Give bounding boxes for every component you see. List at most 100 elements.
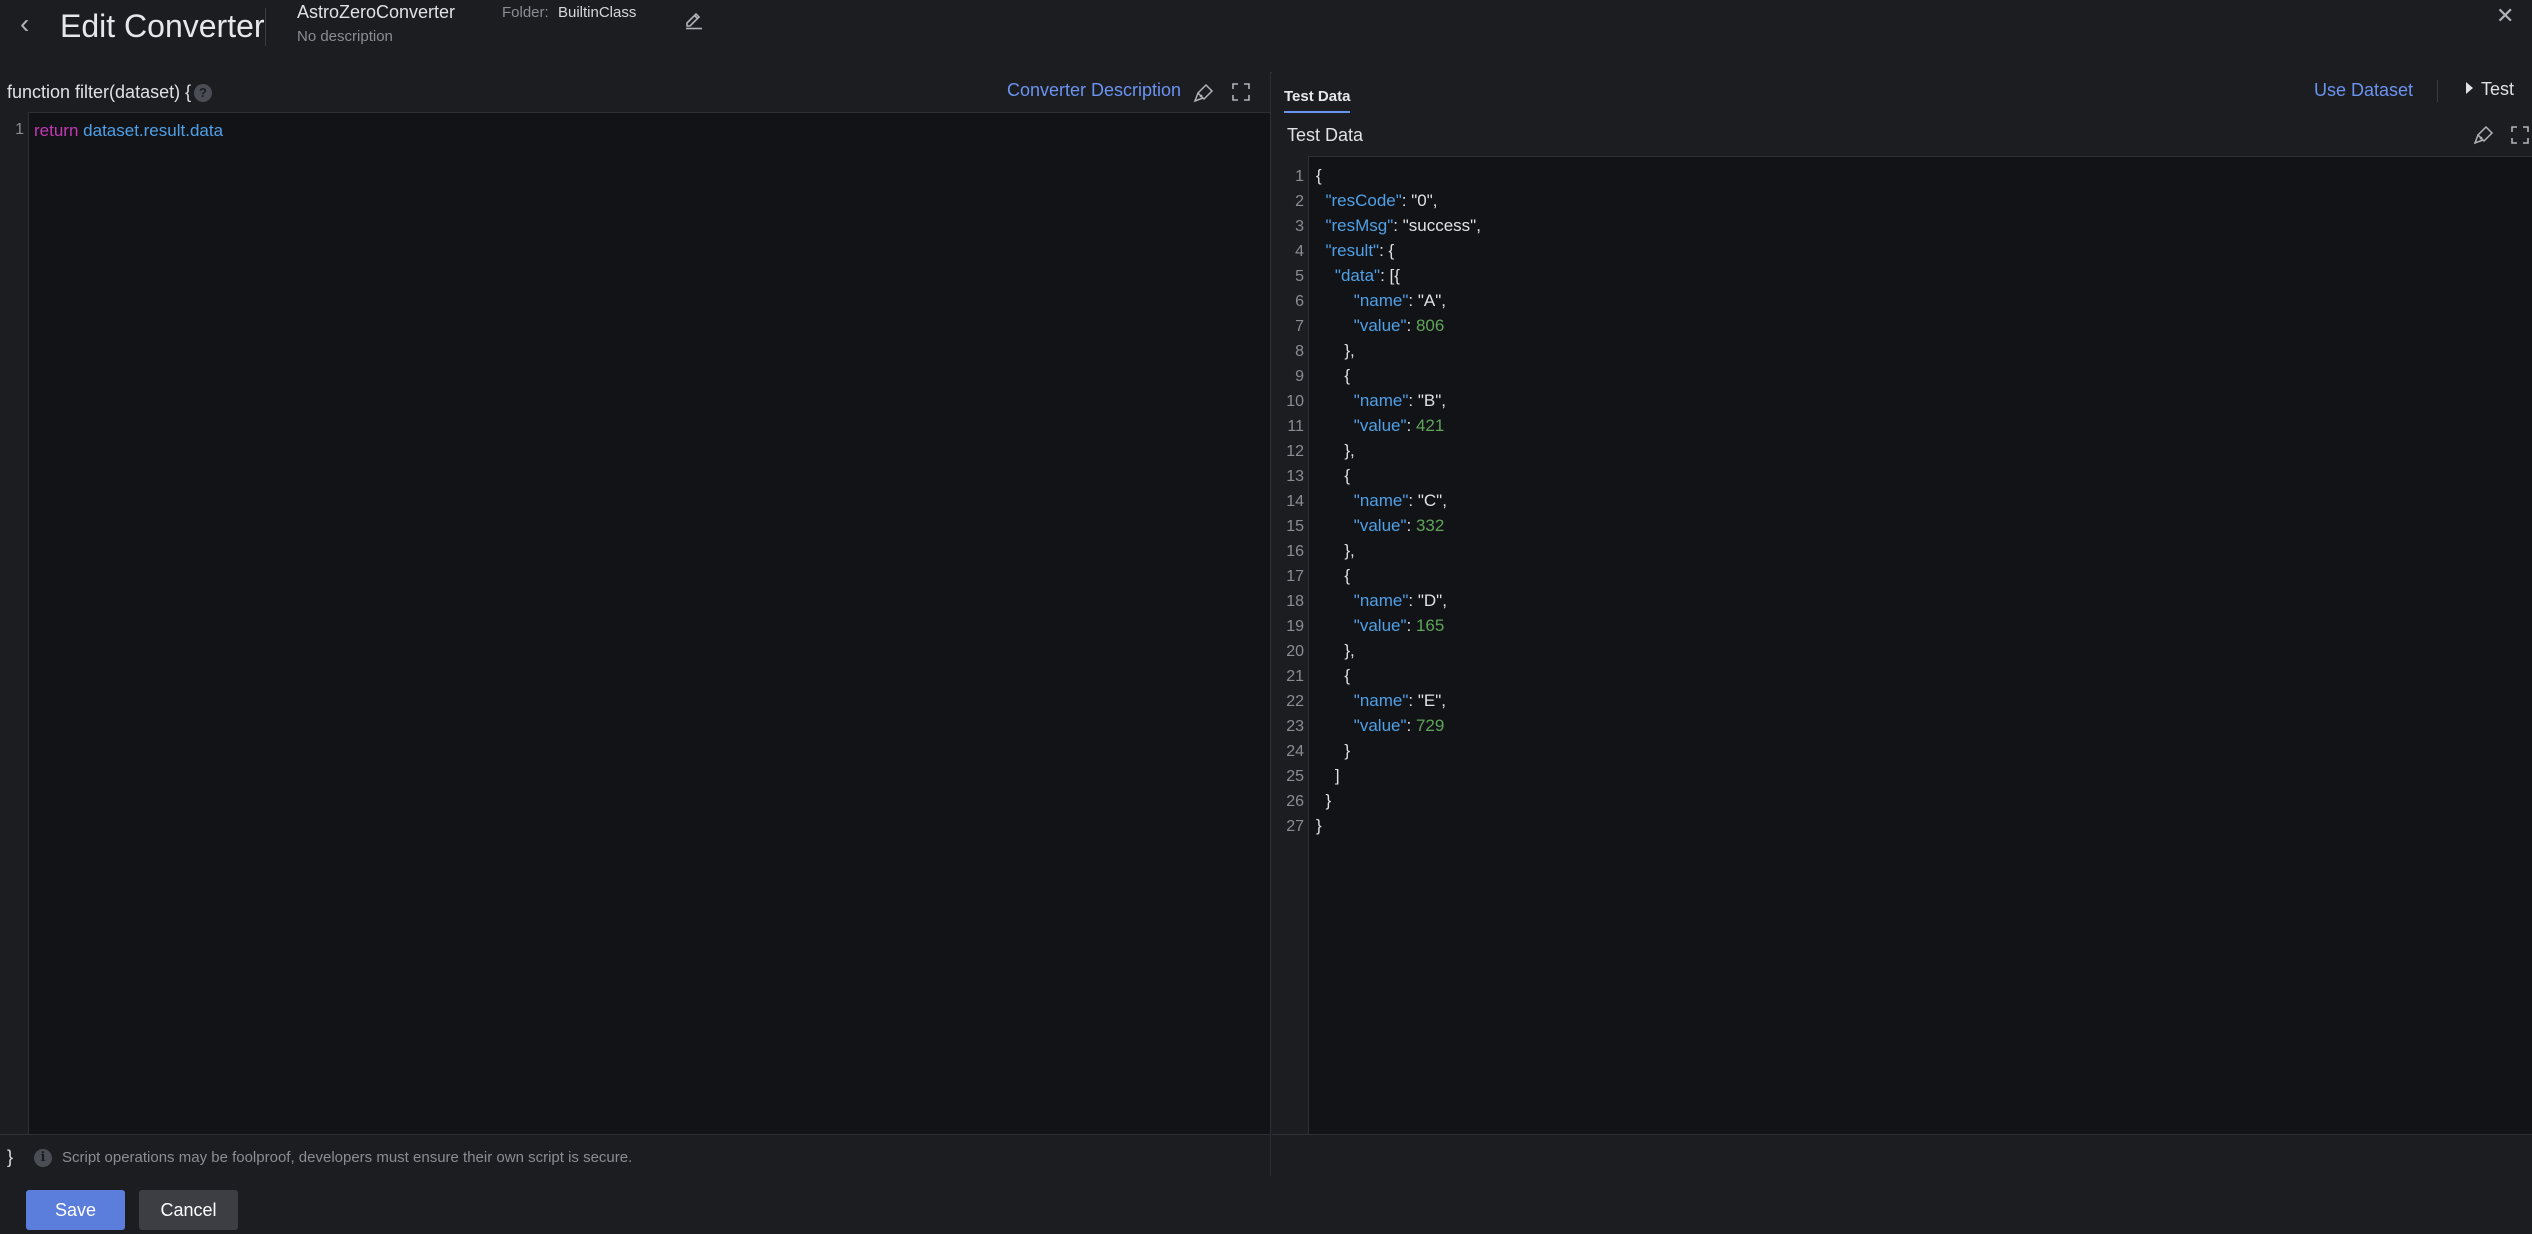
line-number: 10 [1286,393,1304,410]
json-line: 24 } [1272,738,1350,763]
json-line-text: }, [1316,341,1355,360]
json-line-text: "resMsg": "success", [1325,216,1481,235]
json-line: 5 "data": [{ [1272,263,1400,288]
code-editor-panel[interactable] [0,72,1271,1176]
json-line-text: "name": "B", [1353,391,1446,410]
json-line-text: }, [1316,441,1355,460]
line-number: 7 [1295,318,1304,335]
json-line: 14 "name": "C", [1272,488,1447,513]
json-line: 26 } [1272,788,1331,813]
info-circle-icon: i [34,1149,52,1167]
folder-label: Folder: [502,4,549,21]
json-line-text: "name": "E", [1353,691,1446,710]
line-number: 5 [1295,268,1304,285]
line-number: 9 [1295,368,1304,385]
json-line-text: { [1316,466,1351,485]
json-line-text: } [1316,816,1322,835]
line-number: 26 [1286,793,1304,810]
json-line-text: "value": 165 [1353,616,1445,635]
line-number: 21 [1286,668,1304,685]
chevron-left-icon[interactable]: ‹ [20,10,44,38]
json-line-text: "value": 806 [1353,316,1445,335]
json-line: 15 "value": 332 [1272,513,1444,538]
json-line: 3 "resMsg": "success", [1272,213,1481,238]
line-number: 27 [1286,818,1304,835]
test-data-header [1272,114,2532,157]
json-line-text: ] [1316,766,1340,785]
json-line: 21 { [1272,663,1350,688]
line-number: 4 [1295,243,1304,260]
json-line: 27} [1272,813,1321,838]
line-number: 25 [1286,768,1304,785]
action-bar [0,1177,2532,1234]
line-number: 23 [1286,718,1304,735]
json-line: 18 "name": "D", [1272,588,1447,613]
line-number: 15 [1286,518,1304,535]
question-circle-icon[interactable]: ? [194,84,212,102]
line-number: 14 [1286,493,1304,510]
tab-test-data[interactable]: Test Data [1284,88,1351,113]
json-line: 16 }, [1272,538,1355,563]
json-line: 19 "value": 165 [1272,613,1444,638]
json-line: 20 }, [1272,638,1355,663]
line-number: 22 [1286,693,1304,710]
line-number: 2 [1295,193,1304,210]
json-line-text: { [1316,366,1351,385]
format-brush-icon[interactable] [2473,124,2495,146]
line-number-gutter [0,112,29,1134]
json-line-text: } [1316,791,1332,810]
line-number: 12 [1286,443,1304,460]
code-line[interactable]: return dataset.result.data [34,121,223,141]
test-data-footer [1272,1134,2532,1177]
fullscreen-icon[interactable] [2510,125,2530,145]
line-number: 16 [1286,543,1304,560]
json-line: 11 "value": 421 [1272,413,1444,438]
json-line: 7 "value": 806 [1272,313,1444,338]
json-line-text: { [1316,166,1322,185]
json-line: 23 "value": 729 [1272,713,1444,738]
converter-description-link[interactable]: Converter Description [1007,80,1181,101]
fullscreen-icon[interactable] [1231,82,1251,102]
json-line-text: "resCode": "0", [1325,191,1438,210]
security-notice: Script operations may be foolproof, deve… [62,1149,633,1166]
json-line-text: } [1316,741,1351,760]
line-number: 11 [1287,418,1304,435]
json-line-text: { [1316,666,1351,685]
line-number: 13 [1286,468,1304,485]
json-line-text: "value": 729 [1353,716,1445,735]
line-number: 1 [15,121,24,138]
test-button-label: Test [2481,79,2515,99]
json-line: 4 "result": { [1272,238,1394,263]
test-data-title: Test Data [1287,125,1364,145]
use-dataset-link[interactable]: Use Dataset [2314,80,2413,101]
json-line-text: "data": [{ [1334,266,1400,285]
json-line: 13 { [1272,463,1350,488]
toolbar-divider [2437,80,2438,102]
json-line-text: "name": "A", [1353,291,1446,310]
format-brush-icon[interactable] [1193,82,1215,104]
code-keyword: return [34,121,79,140]
json-line: 17 { [1272,563,1350,588]
json-line: 25 ] [1272,763,1339,788]
save-button[interactable]: Save [26,1190,125,1230]
line-number: 17 [1286,568,1304,585]
pencil-icon[interactable] [683,8,705,30]
json-line-text: "name": "C", [1353,491,1447,510]
close-icon[interactable]: ✕ [2496,5,2516,27]
line-number: 18 [1286,593,1304,610]
cancel-button[interactable]: Cancel [139,1190,238,1230]
line-number: 6 [1295,293,1304,310]
converter-description: No description [297,28,393,45]
json-line: 10 "name": "B", [1272,388,1446,413]
json-editor[interactable]: 1{2 "resCode": "0", 3 "resMsg": "success"… [1272,163,1481,838]
json-line: 12 }, [1272,438,1355,463]
closing-brace: } [7,1147,14,1167]
json-line-text: "value": 332 [1353,516,1445,535]
code-expression: dataset.result.data [83,121,224,140]
function-signature: function filter(dataset) { [7,82,192,102]
json-line: 8 }, [1272,338,1355,363]
json-line: 2 "resCode": "0", [1272,188,1437,213]
json-line-text: }, [1316,641,1355,660]
test-button[interactable]: Test [2466,79,2514,100]
line-number: 8 [1295,343,1304,360]
